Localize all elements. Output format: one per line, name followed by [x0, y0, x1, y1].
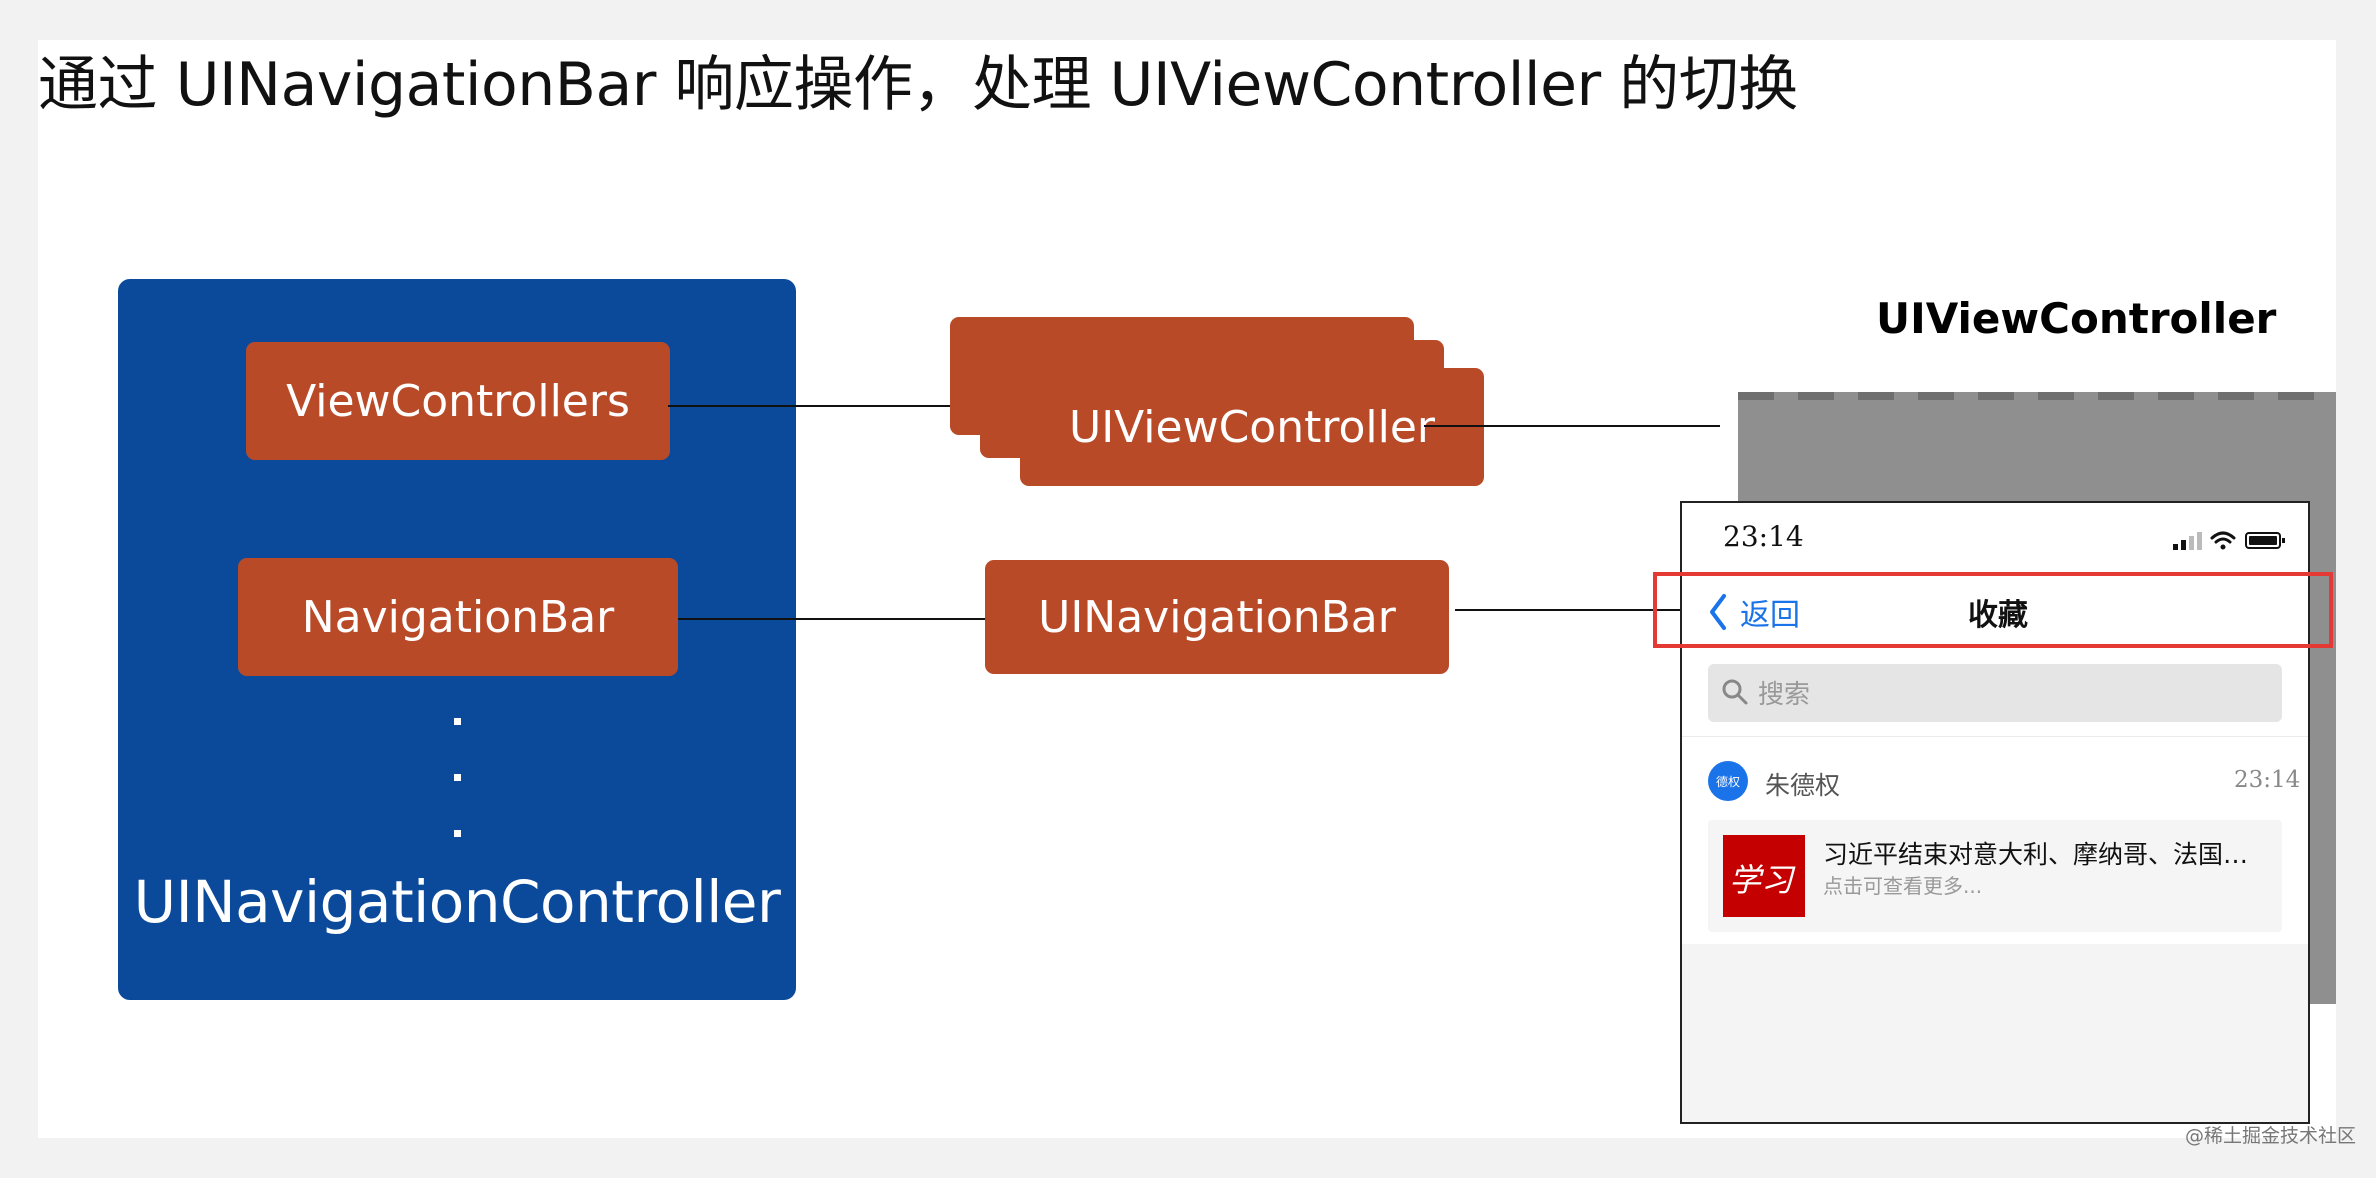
ellipsis-dot [454, 830, 461, 837]
empty-area [1682, 944, 2308, 1122]
status-icons [2173, 531, 2285, 550]
battery-icon [2245, 532, 2285, 549]
watermark: @稀土掘金技术社区 [2185, 1125, 2357, 1147]
avatar-text: 德权 [1715, 774, 1740, 789]
ui-navigation-bar-label: UINavigationBar [1038, 591, 1396, 643]
divider [1682, 736, 2308, 737]
ellipsis-dot [454, 774, 461, 781]
avatar: 德权 [1708, 761, 1748, 801]
view-controllers-label: ViewControllers [286, 375, 630, 427]
nav-title: 收藏 [1968, 598, 2028, 633]
message-time: 23:14 [2234, 767, 2301, 793]
connector-line [678, 618, 985, 620]
search-icon [1722, 679, 1748, 705]
search-placeholder: 搜索 [1758, 680, 1811, 710]
card-title: 习近平结束对意大利、摩纳哥、法国… [1823, 840, 2249, 869]
navigation-bar-label: NavigationBar [301, 591, 615, 643]
navigation-controller-label: UINavigationController [133, 868, 781, 936]
status-time: 23:14 [1723, 520, 1804, 553]
view-controller-box: UIViewController [1020, 368, 1484, 486]
back-chevron-icon[interactable] [1706, 592, 1730, 632]
view-controller-label: UIViewController [1068, 401, 1436, 453]
ui-navigation-bar-box: UINavigationBar [985, 560, 1449, 674]
view-controllers-box: ViewControllers [246, 342, 670, 460]
back-button[interactable]: 返回 [1740, 590, 1800, 634]
card-thumbnail: 学习 [1723, 835, 1805, 917]
navigation-bar-box: NavigationBar [238, 558, 678, 676]
ellipsis-dot [454, 718, 461, 725]
connector-line [668, 405, 950, 407]
sender-name: 朱德权 [1765, 771, 1841, 800]
view-controller-heading: UIViewController [1876, 294, 2277, 343]
signal-icon [2173, 532, 2202, 550]
thumbnail-logo-text: 学习 [1729, 861, 1794, 899]
connector-line [1424, 425, 1720, 427]
wifi-icon [2210, 531, 2236, 550]
card-subtitle: 点击可查看更多... [1823, 874, 1983, 898]
slide-title: 通过 UINavigationBar 响应操作，处理 UIViewControl… [38, 50, 1798, 120]
